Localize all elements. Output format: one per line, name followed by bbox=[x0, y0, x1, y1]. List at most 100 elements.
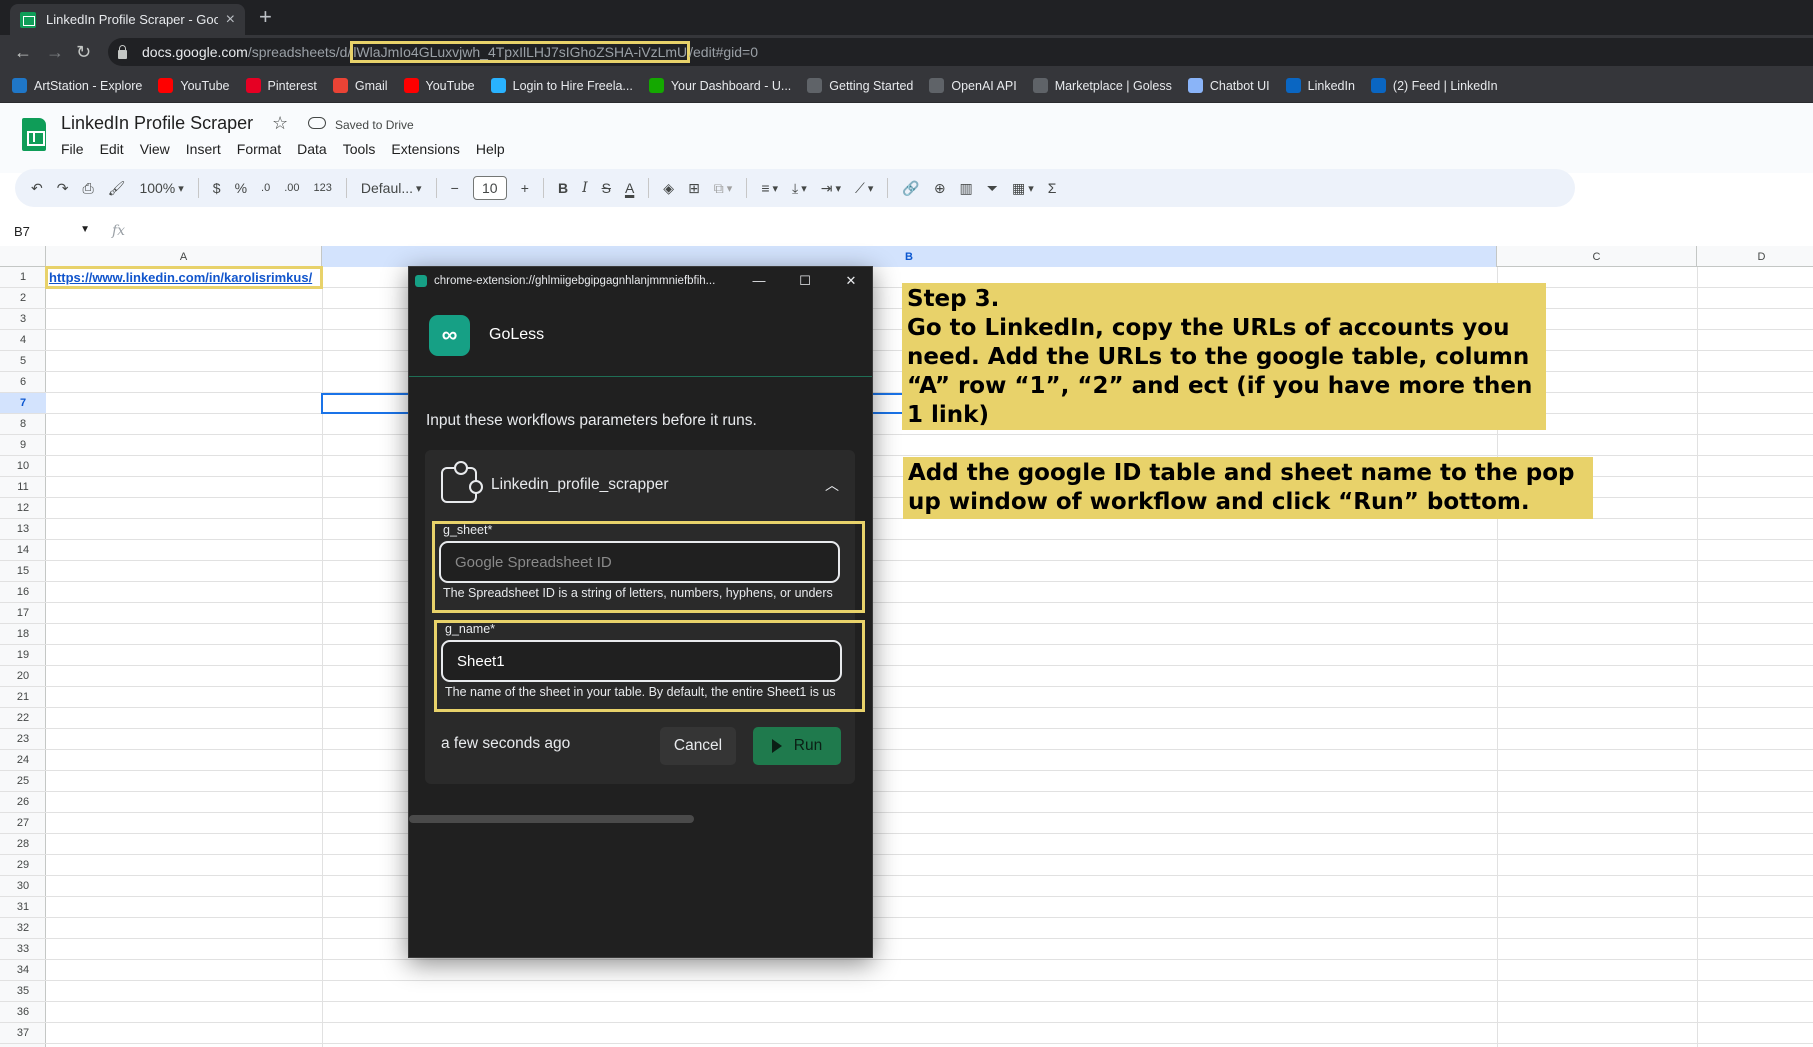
filter-views-icon[interactable]: ▦ bbox=[1012, 180, 1034, 197]
row-header[interactable]: 27 bbox=[0, 813, 46, 834]
row-header[interactable]: 9 bbox=[0, 435, 46, 456]
row-header[interactable]: 3 bbox=[0, 309, 46, 330]
menu-file[interactable]: File bbox=[61, 141, 84, 157]
menu-edit[interactable]: Edit bbox=[100, 141, 124, 157]
row-header[interactable]: 23 bbox=[0, 729, 46, 750]
bookmark-item[interactable]: Marketplace | Goless bbox=[1032, 78, 1172, 93]
bookmark-item[interactable]: Your Dashboard - U... bbox=[648, 78, 791, 93]
row-header[interactable]: 25 bbox=[0, 771, 46, 792]
bookmark-item[interactable]: YouTube bbox=[403, 78, 475, 93]
url-input[interactable]: docs.google.com /spreadsheets/d/ lWlaJmI… bbox=[108, 38, 1813, 66]
row-header[interactable]: 20 bbox=[0, 666, 46, 687]
merge-cells-icon[interactable]: ⧉ bbox=[714, 180, 733, 197]
menu-extensions[interactable]: Extensions bbox=[391, 141, 459, 157]
g-sheet-input[interactable] bbox=[439, 541, 840, 583]
horizontal-scrollbar[interactable] bbox=[409, 815, 694, 823]
bookmark-item[interactable]: OpenAI API bbox=[929, 78, 1017, 93]
bookmark-item[interactable]: Pinterest bbox=[245, 78, 317, 93]
row-header[interactable]: 29 bbox=[0, 855, 46, 876]
row-header[interactable]: 34 bbox=[0, 960, 46, 981]
insert-chart-icon[interactable]: ▥ bbox=[960, 180, 973, 197]
decrease-decimal-button[interactable]: .0 bbox=[261, 182, 270, 194]
close-tab-icon[interactable]: × bbox=[226, 11, 235, 29]
italic-button[interactable]: I bbox=[582, 180, 588, 196]
text-wrapping-icon[interactable]: ⇥ bbox=[821, 180, 841, 197]
run-button[interactable]: Run bbox=[753, 727, 841, 765]
row-header[interactable]: 33 bbox=[0, 939, 46, 960]
name-box[interactable]: B7 ▼ bbox=[0, 224, 100, 239]
bookmark-item[interactable]: ArtStation - Explore bbox=[12, 78, 142, 93]
cloud-saved-icon[interactable] bbox=[308, 117, 326, 129]
back-icon[interactable]: ← bbox=[14, 42, 32, 63]
row-header[interactable]: 26 bbox=[0, 792, 46, 813]
fill-color-icon[interactable]: ◈ bbox=[663, 180, 674, 197]
menu-tools[interactable]: Tools bbox=[343, 141, 376, 157]
text-color-button[interactable]: A bbox=[625, 180, 634, 196]
row-header[interactable]: 35 bbox=[0, 981, 46, 1002]
row-header[interactable]: 36 bbox=[0, 1002, 46, 1023]
row-header[interactable]: 32 bbox=[0, 918, 46, 939]
menu-view[interactable]: View bbox=[140, 141, 170, 157]
row-header[interactable]: 10 bbox=[0, 456, 46, 477]
filter-icon[interactable]: ⏷ bbox=[987, 180, 998, 197]
browser-tab[interactable]: LinkedIn Profile Scraper - Google Sheets… bbox=[10, 4, 245, 35]
menu-format[interactable]: Format bbox=[237, 141, 281, 157]
column-header-d[interactable]: D bbox=[1697, 246, 1813, 267]
minimize-icon[interactable]: — bbox=[736, 273, 782, 288]
g-name-input[interactable] bbox=[441, 640, 842, 682]
bookmark-item[interactable]: Chatbot UI bbox=[1187, 78, 1270, 93]
menu-help[interactable]: Help bbox=[476, 141, 505, 157]
row-header[interactable]: 30 bbox=[0, 876, 46, 897]
row-header[interactable]: 31 bbox=[0, 897, 46, 918]
bold-button[interactable]: B bbox=[558, 180, 568, 196]
cancel-button[interactable]: Cancel bbox=[660, 727, 736, 765]
row-header[interactable]: 2 bbox=[0, 288, 46, 309]
bookmark-item[interactable]: (2) Feed | LinkedIn bbox=[1370, 78, 1498, 93]
column-header-c[interactable]: C bbox=[1497, 246, 1697, 267]
row-header[interactable]: 5 bbox=[0, 351, 46, 372]
row-header[interactable]: 8 bbox=[0, 414, 46, 435]
row-header[interactable]: 1 bbox=[0, 267, 46, 288]
close-icon[interactable]: ✕ bbox=[828, 273, 872, 289]
cell-a1-link[interactable]: https://www.linkedin.com/in/karolisrimku… bbox=[45, 266, 323, 289]
font-size-input[interactable]: 10 bbox=[472, 176, 507, 200]
row-header[interactable]: 12 bbox=[0, 498, 46, 519]
percent-format-button[interactable]: % bbox=[235, 180, 247, 196]
menu-insert[interactable]: Insert bbox=[186, 141, 221, 157]
row-header[interactable]: 17 bbox=[0, 603, 46, 624]
row-header[interactable]: 16 bbox=[0, 582, 46, 603]
row-header[interactable]: 15 bbox=[0, 561, 46, 582]
forward-icon[interactable]: → bbox=[46, 42, 64, 63]
text-rotation-icon[interactable]: ⟋ bbox=[855, 180, 873, 197]
document-title[interactable]: LinkedIn Profile Scraper bbox=[61, 113, 253, 134]
paint-format-icon[interactable]: 🖌 bbox=[108, 180, 126, 197]
horizontal-align-icon[interactable]: ≡ bbox=[761, 180, 778, 196]
sheets-logo-icon[interactable] bbox=[22, 118, 46, 151]
reload-icon[interactable]: ↻ bbox=[76, 42, 91, 63]
bookmark-item[interactable]: Gmail bbox=[332, 78, 388, 93]
font-select[interactable]: Defaul... bbox=[361, 180, 422, 196]
chevron-up-icon[interactable]: ︿ bbox=[825, 475, 839, 495]
column-header-a[interactable]: A bbox=[46, 246, 322, 267]
row-header[interactable]: 21 bbox=[0, 687, 46, 708]
undo-icon[interactable]: ↶ bbox=[31, 180, 43, 197]
star-icon[interactable]: ☆ bbox=[272, 113, 288, 134]
row-header[interactable]: 28 bbox=[0, 834, 46, 855]
row-header[interactable]: 22 bbox=[0, 708, 46, 729]
strikethrough-button[interactable]: S bbox=[602, 180, 611, 196]
functions-button[interactable]: Σ bbox=[1048, 180, 1057, 196]
menu-data[interactable]: Data bbox=[297, 141, 327, 157]
increase-font-size-button[interactable]: + bbox=[521, 180, 529, 196]
bookmark-item[interactable]: Login to Hire Freela... bbox=[490, 78, 633, 93]
row-header[interactable]: 4 bbox=[0, 330, 46, 351]
row-header[interactable]: 37 bbox=[0, 1023, 46, 1044]
bookmark-item[interactable]: Getting Started bbox=[807, 78, 913, 93]
column-header-b[interactable]: B bbox=[322, 246, 1497, 267]
new-tab-button[interactable]: + bbox=[259, 4, 272, 30]
bookmark-item[interactable]: YouTube bbox=[158, 78, 230, 93]
borders-icon[interactable]: ⊞ bbox=[688, 180, 700, 197]
currency-format-button[interactable]: $ bbox=[213, 180, 221, 196]
vertical-align-icon[interactable]: ⤓ bbox=[792, 180, 807, 197]
decrease-font-size-button[interactable]: − bbox=[451, 180, 459, 196]
bookmark-item[interactable]: LinkedIn bbox=[1285, 78, 1355, 93]
